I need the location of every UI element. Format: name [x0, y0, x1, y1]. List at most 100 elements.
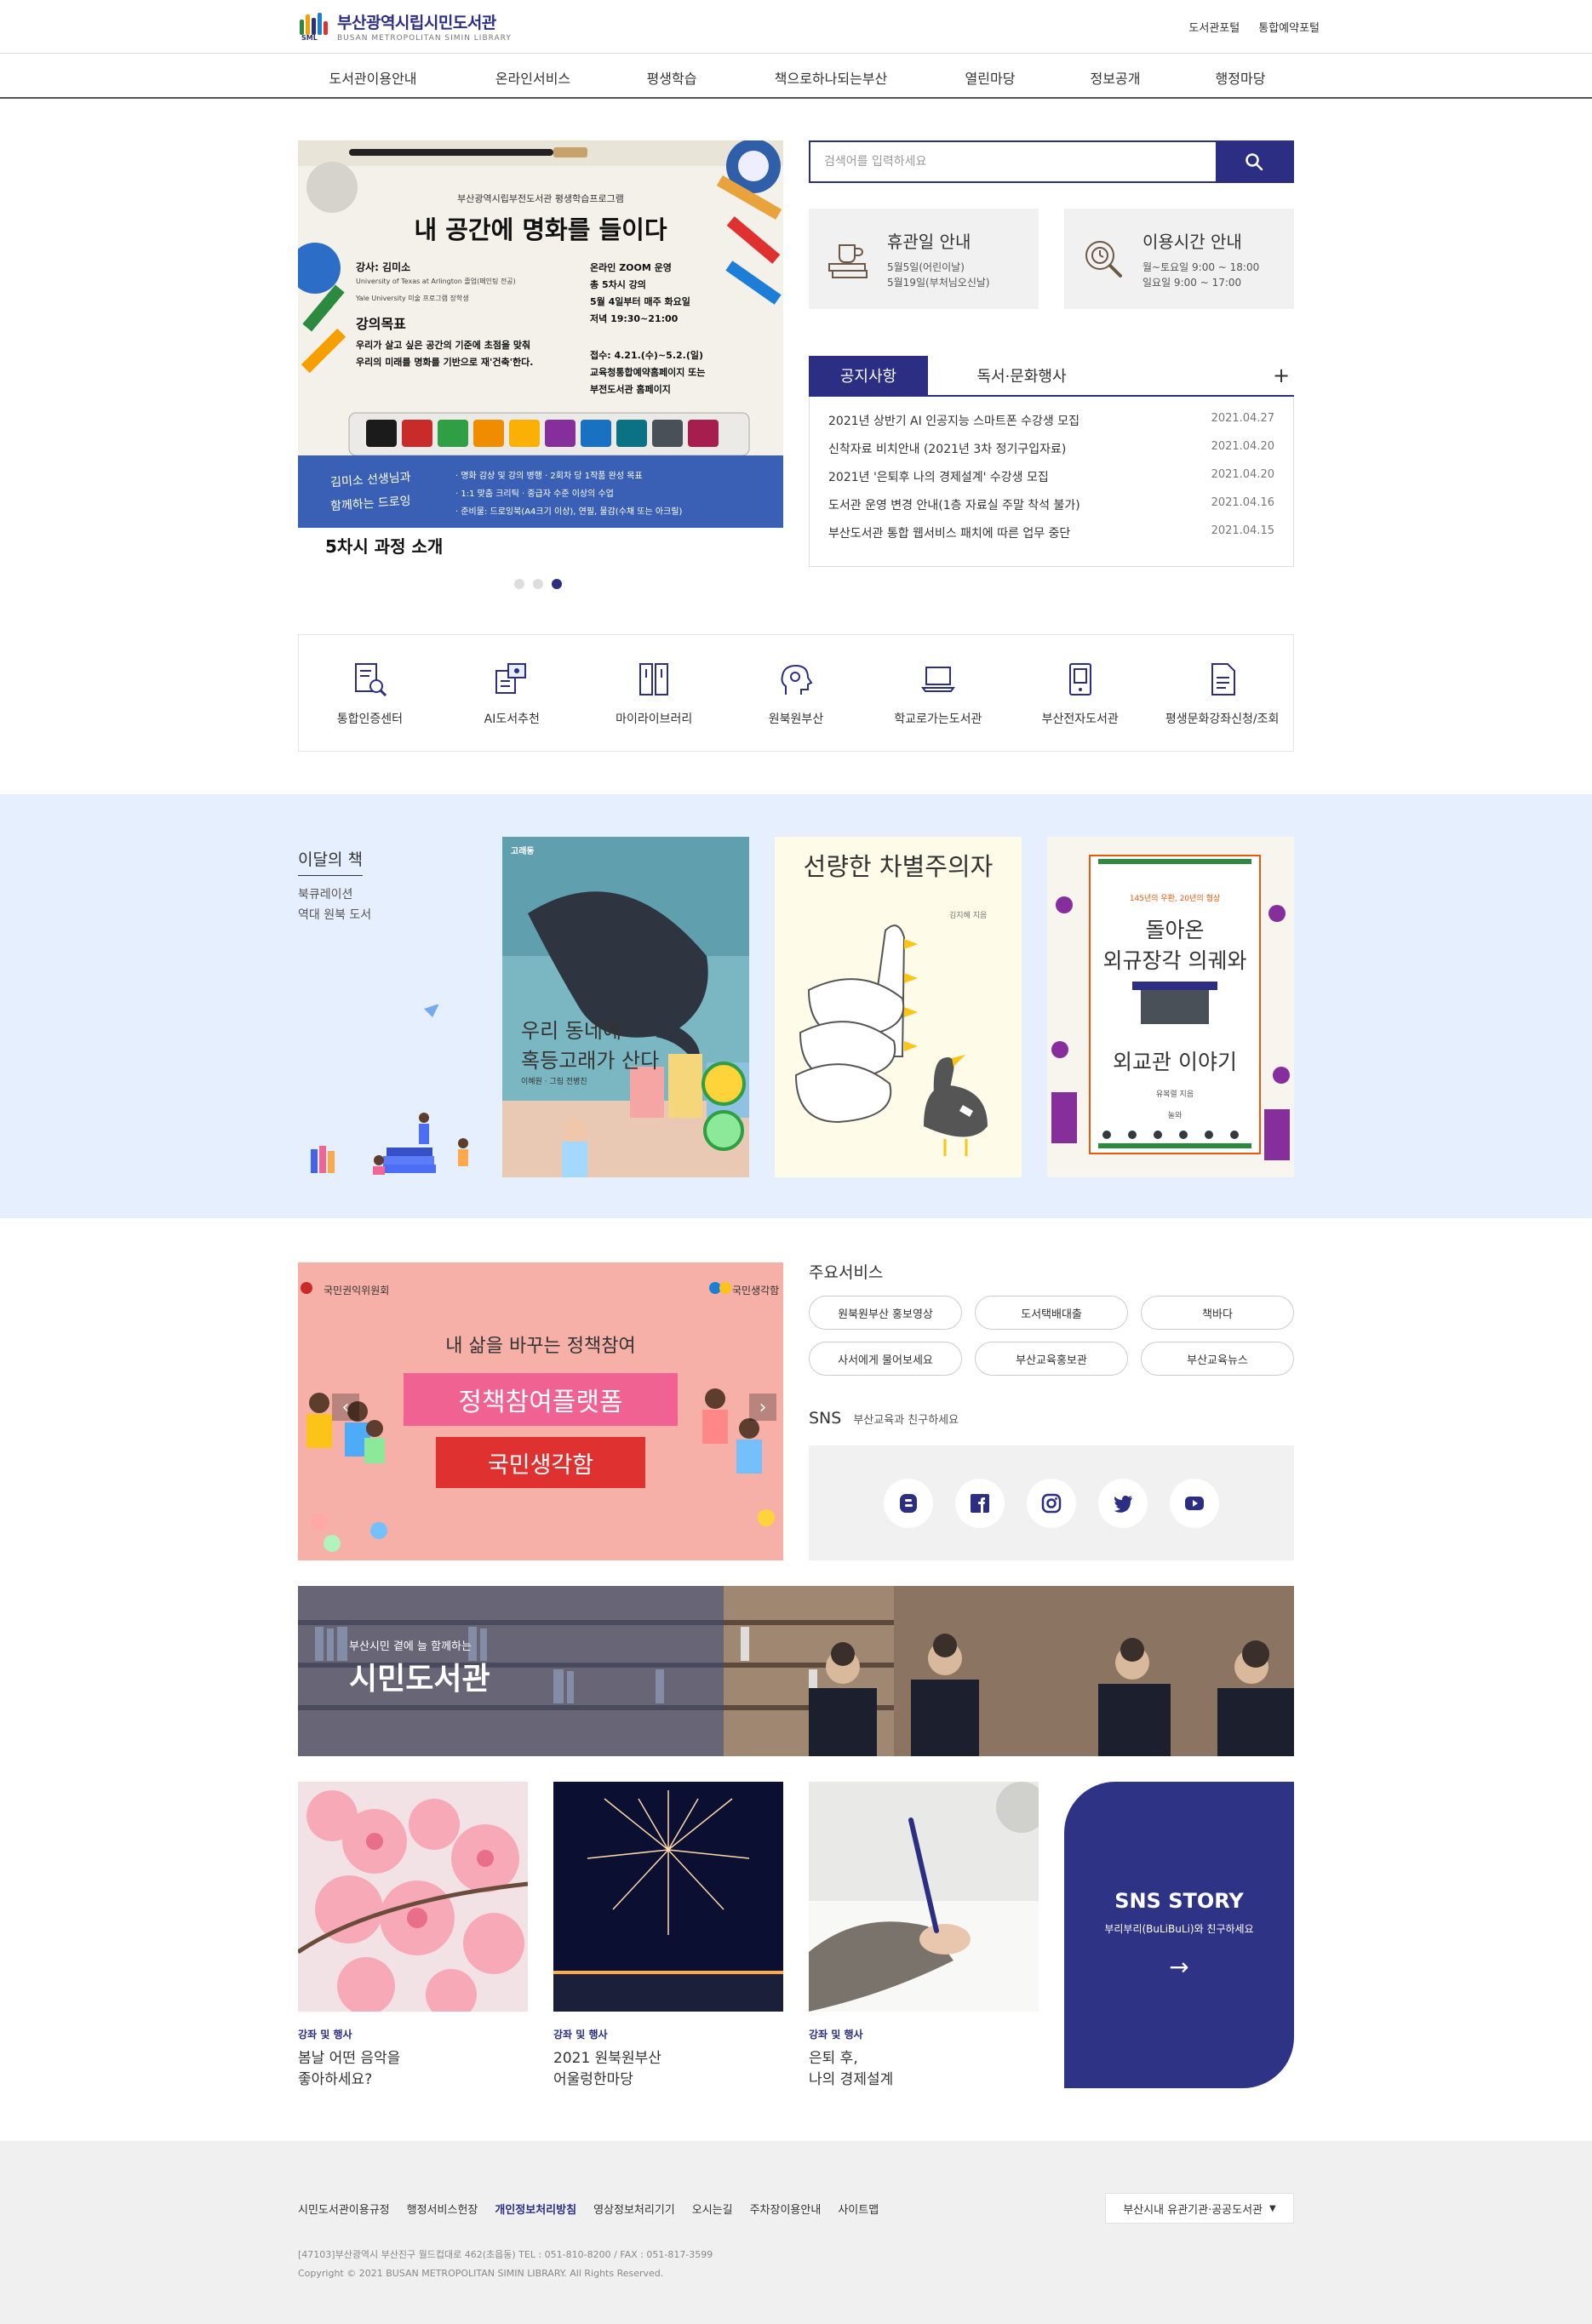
footer-links: 시민도서관이용규정 행정서비스헌장 개인정보처리방침 영상정보처리기기 오시는길…: [298, 2201, 879, 2217]
nav-item-online-service[interactable]: 온라인서비스: [495, 67, 570, 88]
book-menu-title[interactable]: 이달의 책: [298, 847, 363, 876]
instagram-icon[interactable]: [1027, 1478, 1076, 1528]
footer-copyright: Copyright © 2021 BUSAN METROPOLITAN SIMI…: [298, 2268, 664, 2279]
footer-link[interactable]: 시민도서관이용규정: [298, 2201, 390, 2217]
slide-goal-title: 강의목표: [356, 316, 406, 332]
book-menu: 이달의 책 북큐레이션 역대 원북 도서: [298, 847, 371, 925]
slider-dot-3-active[interactable]: [552, 579, 562, 589]
quick-link-course-apply[interactable]: 평생문화강좌신청/조회: [1151, 635, 1293, 751]
quick-link-school-library[interactable]: 학교로가는도서관: [867, 635, 1009, 751]
twitter-icon[interactable]: [1098, 1478, 1148, 1528]
policy-next-arrow-icon[interactable]: ›: [749, 1394, 776, 1421]
quick-link-one-book-busan[interactable]: 원북원부산: [725, 635, 868, 751]
notice-title: 2021년 '은퇴후 나의 경제설계' 수강생 모집: [828, 471, 1049, 484]
library-logo[interactable]: SML 부산광역시립시민도서관 BUSAN METROPOLITAN SIMIN…: [298, 10, 512, 43]
closed-days-box[interactable]: 휴관일 안내 5월5일(어린이날) 5월19일(부처님오신날): [809, 209, 1039, 309]
opening-hours-title: 이용시간 안내: [1142, 231, 1242, 252]
notice-date: 2021.04.15: [1211, 524, 1274, 537]
service-button[interactable]: 부산교육뉴스: [1141, 1342, 1294, 1376]
chevron-down-icon: ▼: [1269, 2203, 1276, 2213]
service-button[interactable]: 도서택배대출: [975, 1296, 1128, 1330]
book-cup-icon: [828, 244, 868, 278]
search-button[interactable]: [1216, 142, 1292, 181]
policy-banner[interactable]: 국민권익위원회 국민생각함 내 삶을 바꾸는 정책참여 정책참여플랫폼 국민생각…: [298, 1262, 783, 1560]
head-gear-icon: [781, 664, 813, 695]
notice-tabs: 공지사항 독서·문화행사 +: [809, 356, 1294, 397]
event-card[interactable]: 강좌 및 행사 2021 원북원부산 어울렁한마당: [553, 1782, 783, 2091]
nav-item-one-book-busan[interactable]: 책으로하나되는부산: [775, 67, 887, 88]
tab-reading-events[interactable]: 독서·문화행사: [945, 356, 1098, 395]
quick-link-label: 평생문화강좌신청/조회: [1165, 713, 1280, 726]
related-sites-select[interactable]: 부산시내 유관기관·공공도서관 ▼: [1105, 2193, 1294, 2224]
book-title-3: 외교관 이야기: [1113, 1050, 1237, 1074]
service-button[interactable]: 부산교육홍보관: [975, 1342, 1128, 1376]
slider-dot-2[interactable]: [533, 579, 543, 589]
writing-hand-photo: [809, 1782, 1039, 2012]
slide-caption: 5차시 과정 소개: [325, 536, 444, 557]
facebook-icon[interactable]: [955, 1478, 1005, 1528]
book-menu-curation[interactable]: 북큐레이션: [298, 884, 371, 905]
blog-icon[interactable]: [884, 1478, 933, 1528]
slide-title: 내 공간에 명화를 들이다: [414, 215, 667, 244]
nav-item-info-disclosure[interactable]: 정보공개: [1091, 67, 1141, 88]
sns-subtitle: 부산교육과 친구하세요: [853, 1414, 959, 1427]
quick-link-auth-center[interactable]: 통합인증센터: [299, 635, 441, 751]
event-card[interactable]: 강좌 및 행사 봄날 어떤 음악을 좋아하세요?: [298, 1782, 528, 2091]
notice-more-button[interactable]: +: [1268, 356, 1294, 395]
quick-link-e-library[interactable]: 부산전자도서관: [1009, 635, 1151, 751]
slide-schedule: 온라인 ZOOM 운영 총 5차시 강의 5월 4일부터 매주 화요일 저녁 19:3…: [590, 262, 690, 324]
event-card[interactable]: 강좌 및 행사 은퇴 후, 나의 경제설계: [809, 1782, 1039, 2091]
nav-item-administration[interactable]: 행정마당: [1216, 67, 1266, 88]
closed-days-line-1: 5월5일(어린이날): [887, 260, 965, 273]
quick-link-my-library[interactable]: 마이라이브러리: [583, 635, 725, 751]
book-tag: 고래동: [511, 847, 535, 856]
list-item[interactable]: 2021년 상반기 AI 인공지능 스마트폰 수강생 모집 2021.04.27: [828, 412, 1274, 440]
card-category: 강좌 및 행사: [553, 2029, 608, 2041]
service-button[interactable]: 책바다: [1141, 1296, 1294, 1330]
list-item[interactable]: 2021년 '은퇴후 나의 경제설계' 수강생 모집 2021.04.20: [828, 468, 1274, 496]
nav-item-library-guide[interactable]: 도서관이용안내: [329, 67, 416, 88]
policy-org-2: 국민생각함: [732, 1285, 780, 1297]
story-title: SNS STORY: [1114, 1889, 1244, 1913]
notice-date: 2021.04.16: [1211, 496, 1274, 509]
book-menu-past-books[interactable]: 역대 원북 도서: [298, 905, 371, 925]
story-subtitle: 부리부리(BuLiBuLi)와 친구하세요: [1104, 1923, 1254, 1935]
youtube-icon[interactable]: [1170, 1478, 1219, 1528]
list-item[interactable]: 신착자료 비치안내 (2021년 3차 정기구입자료) 2021.04.20: [828, 440, 1274, 468]
slider-dot-1[interactable]: [514, 579, 524, 589]
sns-story-card[interactable]: SNS STORY 부리부리(BuLiBuLi)와 친구하세요 →: [1064, 1782, 1294, 2088]
opening-hours-box[interactable]: 이용시간 안내 월~토요일 9:00 ~ 18:00 일요일 9:00 ~ 17…: [1064, 209, 1294, 309]
footer-link[interactable]: 오시는길: [692, 2201, 733, 2217]
nav-item-lifelong-learning[interactable]: 평생학습: [647, 67, 697, 88]
policy-prev-arrow-icon[interactable]: ‹: [332, 1394, 359, 1421]
footer-link[interactable]: 행정서비스헌장: [407, 2201, 478, 2217]
service-button[interactable]: 원북원부산 홍보영상: [809, 1296, 962, 1330]
services-title: 주요서비스: [809, 1263, 884, 1282]
book-cover-whale[interactable]: 고래동 우리 동네에 혹등고래가 산다 이혜원 · 그림 전병진: [502, 837, 749, 1177]
nav-item-open-forum[interactable]: 열린마당: [965, 67, 1016, 88]
card-title: 봄날 어떤 음악을 좋아하세요?: [298, 2050, 401, 2088]
book-author: 유복렬 지음: [1155, 1090, 1194, 1099]
tab-notice[interactable]: 공지사항: [809, 356, 928, 395]
service-button[interactable]: 사서에게 물어보세요: [809, 1342, 962, 1376]
list-item[interactable]: 부산도서관 통합 웹서비스 패치에 따른 업무 중단 2021.04.15: [828, 524, 1274, 552]
util-link-library-portal[interactable]: 도서관포털: [1188, 19, 1240, 35]
footer-link[interactable]: 영상정보처리기기: [593, 2201, 675, 2217]
book-author: 이혜원 · 그림 전병진: [521, 1078, 587, 1086]
book-cover-good-discriminator[interactable]: 선량한 차별주의자 김지혜 지음: [775, 837, 1022, 1177]
list-item[interactable]: 도서관 운영 변경 안내(1층 자료실 주말 착석 불가) 2021.04.16: [828, 496, 1274, 524]
quick-link-label: 통합인증센터: [336, 713, 404, 726]
simin-library-banner[interactable]: 부산시민 곁에 늘 함께하는 시민도서관: [298, 1586, 1294, 1756]
footer-link[interactable]: 사이트맵: [838, 2201, 879, 2217]
search-input[interactable]: [810, 142, 1216, 181]
util-link-reservation-portal[interactable]: 통합예약포털: [1258, 19, 1320, 35]
quick-link-ai-recommend[interactable]: AI도서추천: [441, 635, 583, 751]
footer-link[interactable]: 주차장이용안내: [750, 2201, 822, 2217]
book-cover-oegyujanggak[interactable]: 145년의 우환, 20년의 협상 돌아온 외규장각 의궤와 외교관 이야기 유…: [1047, 837, 1294, 1177]
policy-line-2: 정책참여플랫폼: [404, 1373, 678, 1426]
closed-days-line-2: 5월19일(부처님오신날): [887, 276, 990, 289]
notice-title: 도서관 운영 변경 안내(1층 자료실 주말 착석 불가): [828, 499, 1080, 512]
footer-link-privacy[interactable]: 개인정보처리방침: [495, 2201, 576, 2217]
slider-pagination: [514, 579, 562, 589]
main-slider[interactable]: 부산광역시립부전도서관 평생학습프로그램 내 공간에 명화를 들이다 강사: 김…: [298, 140, 783, 566]
